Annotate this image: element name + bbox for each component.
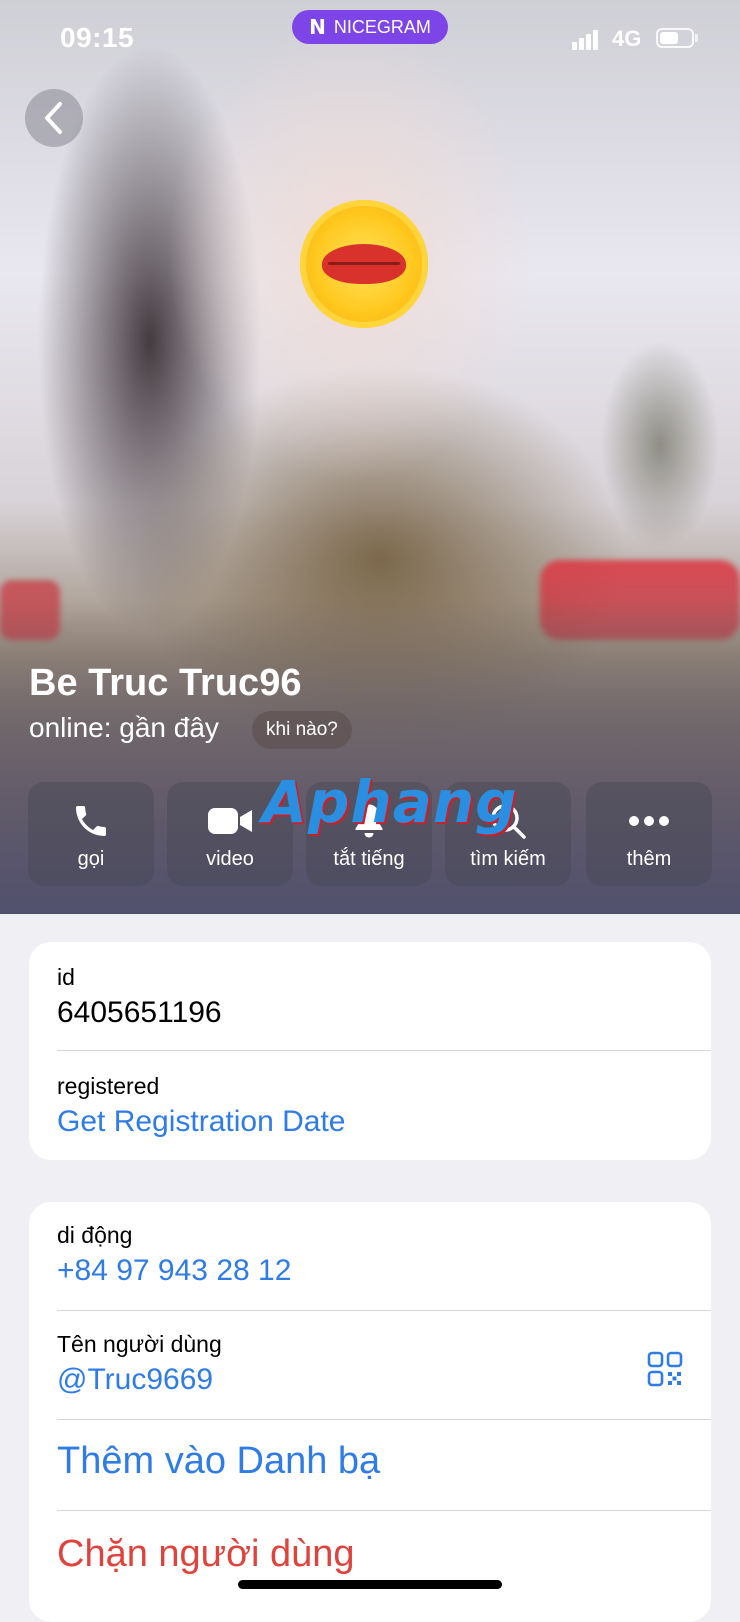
- nicegram-badge[interactable]: N NICEGRAM: [292, 10, 448, 44]
- battery-tip: [695, 34, 698, 42]
- home-indicator[interactable]: [238, 1580, 502, 1589]
- registered-label: registered: [57, 1073, 160, 1099]
- cellular-signal-icon: [572, 28, 602, 50]
- nicegram-logo-icon: N: [309, 15, 326, 39]
- more-dots-icon: [629, 816, 669, 826]
- qr-code-icon[interactable]: [647, 1351, 683, 1387]
- username-label: Tên người dùng: [57, 1331, 222, 1357]
- action-label: tắt tiếng: [333, 848, 405, 870]
- phone-row[interactable]: di động +84 97 943 28 12: [57, 1202, 711, 1310]
- get-registration-date-link[interactable]: Get Registration Date: [57, 1105, 345, 1139]
- username-value[interactable]: @Truc9669: [57, 1363, 213, 1397]
- phone-number[interactable]: +84 97 943 28 12: [57, 1254, 291, 1288]
- back-button[interactable]: [25, 89, 83, 147]
- lips-icon: [322, 244, 406, 284]
- call-button[interactable]: gọi: [28, 782, 154, 886]
- more-button[interactable]: thêm: [586, 782, 712, 886]
- phone-icon: [76, 806, 106, 836]
- background-tree: [600, 340, 720, 550]
- lemon-lips-sticker: [300, 200, 428, 328]
- info-card: id 6405651196 registered Get Registratio…: [29, 942, 711, 1160]
- action-label: video: [206, 848, 254, 870]
- status-bar: 09:15 N NICEGRAM 4G: [0, 0, 740, 80]
- online-status: online: gần đây: [29, 712, 219, 743]
- status-time: 09:15: [60, 22, 135, 53]
- battery-icon: [656, 28, 694, 48]
- action-label: thêm: [626, 848, 672, 870]
- network-type: 4G: [612, 26, 642, 51]
- video-camera-icon: [208, 808, 252, 834]
- block-user-button[interactable]: Chặn người dùng: [57, 1533, 355, 1576]
- action-label: gọi: [77, 848, 105, 870]
- add-contact-row[interactable]: Thêm vào Danh bạ: [57, 1420, 711, 1510]
- block-user-row[interactable]: Chặn người dùng: [57, 1511, 711, 1622]
- chevron-left-icon: [45, 102, 62, 134]
- phone-label: di động: [57, 1222, 133, 1248]
- watermark-logo: Aphang: [262, 768, 518, 836]
- id-label: id: [57, 964, 75, 990]
- app-badge-label: NICEGRAM: [333, 16, 431, 37]
- action-label: tìm kiếm: [470, 848, 546, 870]
- id-row[interactable]: id 6405651196: [57, 942, 711, 1050]
- username-row[interactable]: Tên người dùng @Truc9669: [57, 1311, 711, 1419]
- contact-card: di động +84 97 943 28 12 Tên người dùng …: [29, 1202, 711, 1622]
- registered-row[interactable]: registered Get Registration Date: [57, 1051, 711, 1160]
- id-value: 6405651196: [57, 996, 222, 1029]
- profile-name: Be Truc Truc96: [29, 662, 302, 704]
- add-to-contacts-button[interactable]: Thêm vào Danh bạ: [57, 1440, 380, 1483]
- last-seen-chip[interactable]: khi nào?: [252, 711, 352, 749]
